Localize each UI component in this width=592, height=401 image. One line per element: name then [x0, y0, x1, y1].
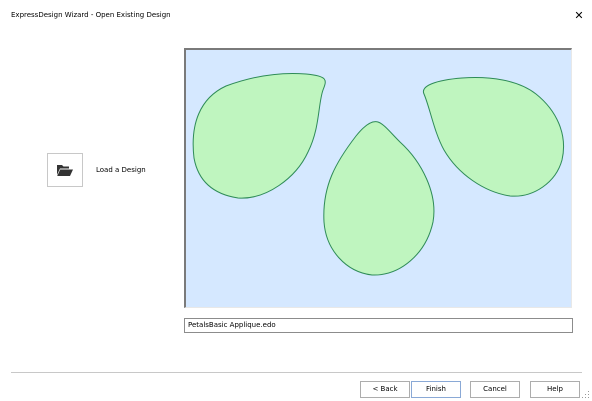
- filename-field[interactable]: PetalsBasic Applique.edo: [184, 318, 573, 333]
- window-title: ExpressDesign Wizard - Open Existing Des…: [11, 11, 171, 19]
- design-preview: [184, 48, 572, 308]
- petal-shape-left: [192, 72, 326, 199]
- petal-shape-right: [422, 77, 564, 197]
- resize-grip-icon[interactable]: [582, 391, 590, 399]
- folder-open-icon: [57, 165, 73, 176]
- finish-button[interactable]: Finish: [411, 381, 461, 398]
- title-bar: ExpressDesign Wizard - Open Existing Des…: [0, 0, 592, 32]
- back-button[interactable]: < Back: [360, 381, 410, 398]
- load-design-label: Load a Design: [96, 166, 146, 174]
- cancel-button[interactable]: Cancel: [470, 381, 520, 398]
- wizard-window: ExpressDesign Wizard - Open Existing Des…: [0, 0, 592, 401]
- close-button[interactable]: ✕: [566, 4, 592, 28]
- petal-shape-center: [323, 121, 435, 276]
- load-design-button[interactable]: [47, 153, 83, 187]
- footer-divider: [11, 372, 582, 373]
- help-button[interactable]: Help: [530, 381, 580, 398]
